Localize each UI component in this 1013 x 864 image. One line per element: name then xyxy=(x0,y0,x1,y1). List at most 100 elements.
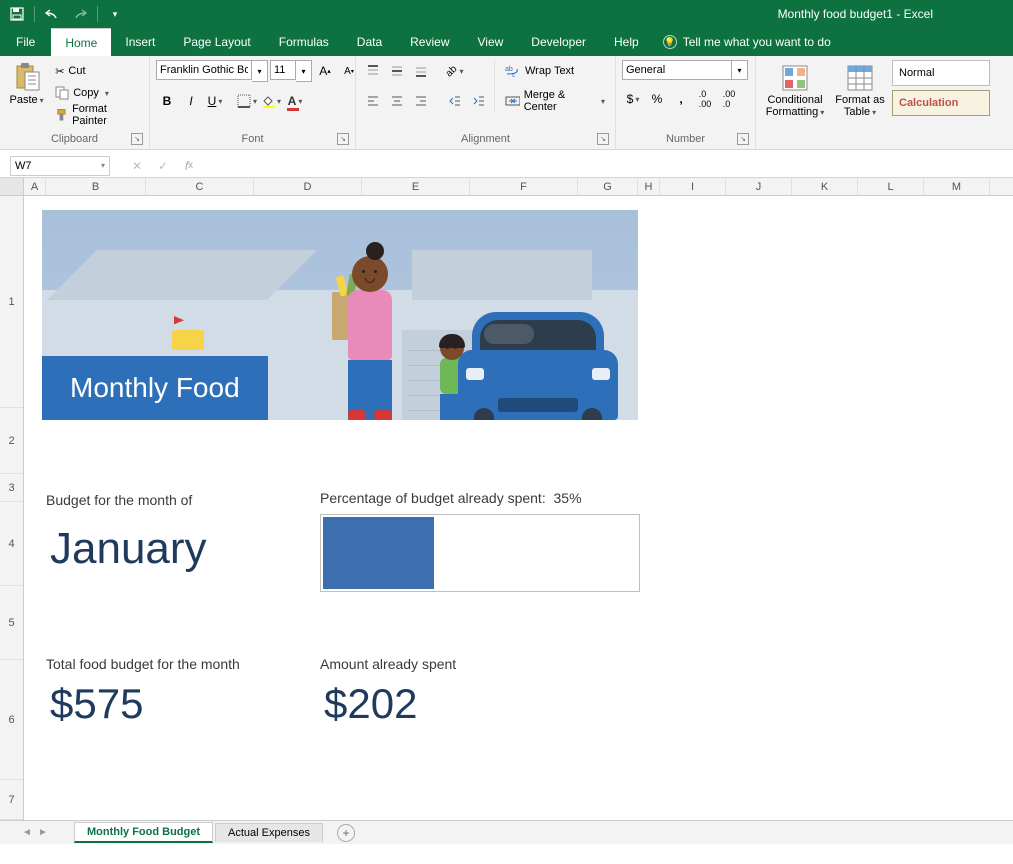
insert-function-button[interactable]: fx xyxy=(178,155,200,177)
paste-button[interactable]: Paste▾ xyxy=(6,60,47,109)
tab-formulas[interactable]: Formulas xyxy=(265,28,343,56)
format-as-table-button[interactable]: Format as Table▾ xyxy=(832,60,888,121)
tab-developer[interactable]: Developer xyxy=(517,28,600,56)
font-name-input[interactable] xyxy=(156,60,252,80)
wrap-text-button[interactable]: abc Wrap Text xyxy=(501,60,609,82)
sheet-nav-next[interactable]: ► xyxy=(36,826,50,840)
qat-customize-button[interactable]: ▾ xyxy=(104,3,126,25)
cells-area[interactable]: Monthly Food Budget for the month of Per… xyxy=(24,196,1013,844)
col-header-B[interactable]: B xyxy=(46,178,146,195)
name-box[interactable]: W7 ▾ xyxy=(10,156,110,176)
undo-button[interactable] xyxy=(41,3,63,25)
font-color-button[interactable]: A▾ xyxy=(284,90,306,112)
tab-file[interactable]: File xyxy=(0,28,51,56)
decrease-decimal-button[interactable]: .00.0 xyxy=(718,88,740,110)
enter-formula-button[interactable]: ✓ xyxy=(152,155,174,177)
alignment-launcher[interactable]: ↘ xyxy=(597,133,609,145)
new-sheet-button[interactable]: + xyxy=(337,824,355,842)
style-normal[interactable]: Normal xyxy=(892,60,990,86)
increase-decimal-button[interactable]: .0.00 xyxy=(694,88,716,110)
cancel-formula-button[interactable]: ✕ xyxy=(126,155,148,177)
col-header-A[interactable]: A xyxy=(24,178,46,195)
row-header-7[interactable]: 7 xyxy=(0,780,23,820)
font-size-dropdown[interactable]: ▾ xyxy=(296,60,312,82)
format-painter-button[interactable]: Format Painter xyxy=(51,104,143,126)
sheet-tab-1[interactable]: Monthly Food Budget xyxy=(74,822,213,843)
conditional-formatting-icon xyxy=(779,62,811,94)
borders-button[interactable]: ▾ xyxy=(236,90,258,112)
tab-home[interactable]: Home xyxy=(51,28,111,56)
col-header-K[interactable]: K xyxy=(792,178,858,195)
col-header-I[interactable]: I xyxy=(660,178,726,195)
cut-label: Cut xyxy=(68,65,85,77)
fill-color-button[interactable]: ▾ xyxy=(260,90,282,112)
align-bottom-button[interactable] xyxy=(410,60,432,82)
clipboard-launcher[interactable]: ↘ xyxy=(131,133,143,145)
tab-view[interactable]: View xyxy=(464,28,518,56)
tab-help[interactable]: Help xyxy=(600,28,653,56)
align-left-button[interactable] xyxy=(362,90,384,112)
row-header-1[interactable]: 1 xyxy=(0,196,23,408)
tab-page-layout[interactable]: Page Layout xyxy=(169,28,264,56)
font-name-combo[interactable]: ▾ xyxy=(156,60,268,82)
col-header-H[interactable]: H xyxy=(638,178,660,195)
col-header-G[interactable]: G xyxy=(578,178,638,195)
number-launcher[interactable]: ↘ xyxy=(737,133,749,145)
align-center-button[interactable] xyxy=(386,90,408,112)
row-header-2[interactable]: 2 xyxy=(0,408,23,474)
underline-button[interactable]: U▾ xyxy=(204,90,226,112)
col-header-M[interactable]: M xyxy=(924,178,990,195)
number-format-dropdown[interactable]: ▾ xyxy=(732,60,748,80)
banner-image: Monthly Food xyxy=(42,210,638,420)
group-clipboard: Paste▾ ✂ Cut Copy▾ Format Painter Clipbo… xyxy=(0,56,150,149)
sheet-tab-2[interactable]: Actual Expenses xyxy=(215,823,323,842)
italic-button[interactable]: I xyxy=(180,90,202,112)
comma-format-button[interactable]: , xyxy=(670,88,692,110)
row-header-5[interactable]: 5 xyxy=(0,586,23,660)
col-header-D[interactable]: D xyxy=(254,178,362,195)
increase-font-button[interactable]: A▴ xyxy=(314,60,336,82)
number-format-combo[interactable]: ▾ xyxy=(622,60,748,80)
tab-review[interactable]: Review xyxy=(396,28,463,56)
tell-me-search[interactable]: 💡 Tell me what you want to do xyxy=(653,28,841,56)
orientation-button[interactable]: ab▾ xyxy=(444,60,466,82)
tab-insert[interactable]: Insert xyxy=(111,28,169,56)
increase-indent-button[interactable] xyxy=(468,90,490,112)
pct-value: 35% xyxy=(554,490,582,506)
sheet-nav-prev[interactable]: ◄ xyxy=(20,826,34,840)
conditional-formatting-button[interactable]: Conditional Formatting▾ xyxy=(762,60,828,121)
style-calculation[interactable]: Calculation xyxy=(892,90,990,116)
accounting-format-button[interactable]: $▾ xyxy=(622,88,644,110)
font-name-dropdown[interactable]: ▾ xyxy=(252,60,268,82)
cut-button[interactable]: ✂ Cut xyxy=(51,60,143,82)
save-button[interactable] xyxy=(6,3,28,25)
col-header-J[interactable]: J xyxy=(726,178,792,195)
copy-button[interactable]: Copy▾ xyxy=(51,82,143,104)
row-header-6[interactable]: 6 xyxy=(0,660,23,780)
lightbulb-icon: 💡 xyxy=(663,35,677,49)
formula-input[interactable] xyxy=(204,156,1013,176)
col-header-L[interactable]: L xyxy=(858,178,924,195)
col-header-C[interactable]: C xyxy=(146,178,254,195)
align-right-button[interactable] xyxy=(410,90,432,112)
tab-data[interactable]: Data xyxy=(343,28,396,56)
font-size-combo[interactable]: ▾ xyxy=(270,60,312,82)
row-header-4[interactable]: 4 xyxy=(0,502,23,586)
select-all-corner[interactable] xyxy=(0,178,24,195)
merge-center-button[interactable]: Merge & Center▾ xyxy=(501,90,609,112)
name-box-value: W7 xyxy=(15,160,32,172)
font-launcher[interactable]: ↘ xyxy=(337,133,349,145)
col-header-E[interactable]: E xyxy=(362,178,470,195)
decrease-indent-button[interactable] xyxy=(444,90,466,112)
alignment-group-label: Alignment xyxy=(461,133,510,145)
align-top-button[interactable] xyxy=(362,60,384,82)
number-format-input[interactable] xyxy=(622,60,732,80)
name-box-dropdown[interactable]: ▾ xyxy=(101,161,105,170)
row-header-3[interactable]: 3 xyxy=(0,474,23,502)
percent-format-button[interactable]: % xyxy=(646,88,668,110)
align-middle-button[interactable] xyxy=(386,60,408,82)
col-header-F[interactable]: F xyxy=(470,178,578,195)
bold-button[interactable]: B xyxy=(156,90,178,112)
redo-button[interactable] xyxy=(69,3,91,25)
font-size-input[interactable] xyxy=(270,60,296,80)
